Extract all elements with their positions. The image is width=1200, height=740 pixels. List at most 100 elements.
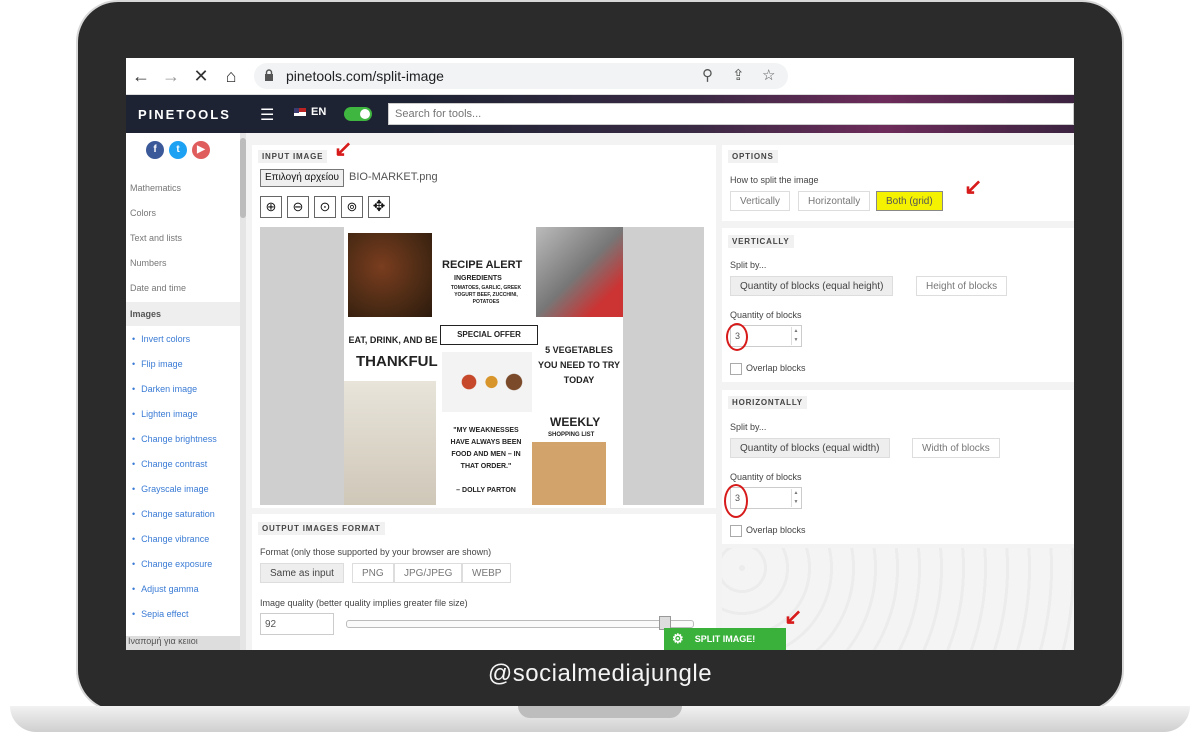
spoons-spices-photo	[442, 352, 532, 412]
zoom-fit-icon[interactable]: ⊙	[314, 196, 336, 218]
sidebar-item-text-and-lists[interactable]: Text and lists	[130, 233, 182, 243]
sidebar-tool-adjust-gamma[interactable]: Adjust gamma	[132, 584, 199, 594]
poster-quote: "MY WEAKNESSES HAVE ALWAYS BEEN FOOD AND…	[450, 427, 522, 470]
bookmark-star-icon[interactable]: ☆	[762, 66, 775, 84]
sidebar-scrollbar-thumb[interactable]	[240, 138, 246, 218]
kitchen-photo	[536, 227, 623, 317]
format-same-as-input-button[interactable]: Same as input	[260, 563, 344, 583]
vertically-overlap-checkbox[interactable]	[730, 363, 742, 375]
gear-icon: ⚙	[672, 631, 684, 646]
sidebar-tool-flip-image[interactable]: Flip image	[132, 359, 183, 369]
poster-eat-drink: EAT, DRINK, AND BE	[348, 335, 438, 345]
input-image-title: INPUT IMAGE	[258, 150, 328, 163]
poster-special-offer: SPECIAL OFFER	[440, 325, 538, 345]
twitter-icon[interactable]: t	[169, 141, 187, 159]
address-bar[interactable]: pinetools.com/split-image ⚲ ⇪ ☆	[254, 63, 788, 89]
vertically-overlap-label: Overlap blocks	[746, 363, 806, 373]
sidebar-tool-lighten-image[interactable]: Lighten image	[132, 409, 198, 419]
sidebar-tool-grayscale-image[interactable]: Grayscale image	[132, 484, 209, 494]
split-image-button[interactable]: ⚙ SPLIT IMAGE!	[664, 628, 786, 650]
poster-thankful: THANKFUL	[356, 353, 438, 370]
horizontally-panel	[722, 390, 1074, 544]
sidebar-tool-change-vibrance[interactable]: Change vibrance	[132, 534, 209, 544]
sidebar-tool-change-contrast[interactable]: Change contrast	[132, 459, 207, 469]
vertically-title: VERTICALLY	[728, 235, 794, 248]
poster-quote-author: – DOLLY PARTON	[456, 487, 516, 494]
split-horizontally-button[interactable]: Horizontally	[798, 191, 871, 211]
sidebar-bottom-section[interactable]: Ιναπομή για κειιοι	[126, 636, 242, 650]
sidebar-tool-change-exposure[interactable]: Change exposure	[132, 559, 212, 569]
site-logo[interactable]: PINETOOLS	[138, 107, 231, 122]
youtube-icon[interactable]: ▶	[192, 141, 210, 159]
horizontally-overlap-checkbox[interactable]	[730, 525, 742, 537]
dark-mode-toggle[interactable]	[344, 107, 372, 121]
language-selector[interactable]: EN	[294, 106, 326, 118]
zoom-icon[interactable]: ⚲	[702, 66, 713, 84]
sidebar-tool-darken-image[interactable]: Darken image	[132, 384, 197, 394]
annotation-circle	[724, 484, 748, 518]
sidebar-item-images[interactable]: Images	[130, 309, 161, 319]
format-jpg-button[interactable]: JPG/JPEG	[394, 563, 463, 583]
vertically-quantity-mode-button[interactable]: Quantity of blocks (equal height)	[730, 276, 894, 296]
horizontally-width-mode-button[interactable]: Width of blocks	[912, 438, 1000, 458]
lock-icon	[265, 69, 273, 81]
horizontally-spinner-icon[interactable]: ▲ ▼	[791, 489, 800, 507]
laptop-screen: ← → ✕ ⌂ pinetools.com/split-image ⚲ ⇪ ☆ …	[126, 58, 1074, 650]
selected-file-name: BIO-MARKET.png	[349, 171, 438, 183]
quality-label: Image quality (better quality implies gr…	[260, 598, 468, 608]
sidebar-tool-change-brightness[interactable]: Change brightness	[132, 434, 217, 444]
share-icon[interactable]: ⇪	[732, 66, 745, 84]
format-png-button[interactable]: PNG	[352, 563, 394, 583]
options-title: OPTIONS	[728, 150, 778, 163]
split-both-grid-button[interactable]: Both (grid)	[876, 191, 943, 211]
food-bowl-photo	[348, 233, 432, 317]
format-label: Format (only those supported by your bro…	[260, 547, 492, 557]
horizontally-overlap-label: Overlap blocks	[746, 525, 806, 535]
sidebar-tool-invert-colors[interactable]: Invert colors	[132, 334, 190, 344]
hamburger-menu-icon[interactable]: ☰	[260, 105, 274, 125]
back-arrow-icon[interactable]: ←	[130, 65, 152, 87]
sidebar-item-numbers[interactable]: Numbers	[130, 258, 167, 268]
uploaded-poster-image: RECIPE ALERT INGREDIENTS TOMATOES, GARLI…	[344, 227, 623, 505]
zoom-out-icon[interactable]: ⊖	[287, 196, 309, 218]
quality-input[interactable]: 92	[260, 613, 334, 635]
sidebar: f t ▶ Mathematics Colors Text and lists …	[126, 133, 240, 650]
vertically-height-mode-button[interactable]: Height of blocks	[916, 276, 1008, 296]
site-header: PINETOOLS ☰ EN	[126, 95, 1074, 133]
tool-search-input[interactable]	[388, 103, 1074, 125]
sidebar-item-colors[interactable]: Colors	[130, 208, 156, 218]
zoom-actual-size-icon[interactable]: ⊚	[341, 196, 363, 218]
sidebar-item-mathematics[interactable]: Mathematics	[130, 183, 181, 193]
horizontally-quantity-label: Quantity of blocks	[730, 472, 802, 482]
zoom-in-icon[interactable]: ⊕	[260, 196, 282, 218]
annotation-arrow-icon: ↙	[784, 604, 803, 629]
move-icon[interactable]: ✥	[368, 196, 390, 218]
facebook-icon[interactable]: f	[146, 141, 164, 159]
laptop-notch	[518, 706, 682, 718]
annotation-arrow-icon: ↙	[334, 136, 353, 161]
vertically-split-by-label: Split by...	[730, 260, 767, 270]
sidebar-tool-change-saturation[interactable]: Change saturation	[132, 509, 215, 519]
sidebar-item-date-and-time[interactable]: Date and time	[130, 283, 186, 293]
split-vertically-button[interactable]: Vertically	[730, 191, 791, 211]
format-webp-button[interactable]: WEBP	[462, 563, 512, 583]
quality-slider-track[interactable]	[346, 620, 694, 628]
stop-loading-icon[interactable]: ✕	[190, 65, 212, 87]
url-text: pinetools.com/split-image	[286, 68, 444, 84]
paper-bag-photo	[532, 442, 606, 505]
poster-vegetables: 5 VEGETABLES YOU NEED TO TRY TODAY	[538, 345, 621, 385]
horizontally-split-by-label: Split by...	[730, 422, 767, 432]
horizontally-title: HORIZONTALLY	[728, 396, 807, 409]
forward-arrow-icon[interactable]: →	[160, 65, 182, 87]
sidebar-tool-sepia-effect[interactable]: Sepia effect	[132, 609, 188, 619]
horizontally-quantity-mode-button[interactable]: Quantity of blocks (equal width)	[730, 438, 890, 458]
vertically-panel	[722, 228, 1074, 382]
child-photo	[344, 381, 436, 505]
output-format-title: OUTPUT IMAGES FORMAT	[258, 522, 385, 535]
vertically-spinner-icon[interactable]: ▲ ▼	[791, 327, 800, 345]
annotation-circle	[726, 323, 748, 351]
language-label: EN	[311, 106, 327, 118]
choose-file-button[interactable]: Επιλογή αρχείου	[260, 169, 344, 187]
home-icon[interactable]: ⌂	[220, 65, 242, 87]
poster-weekly: WEEKLY	[550, 415, 601, 429]
